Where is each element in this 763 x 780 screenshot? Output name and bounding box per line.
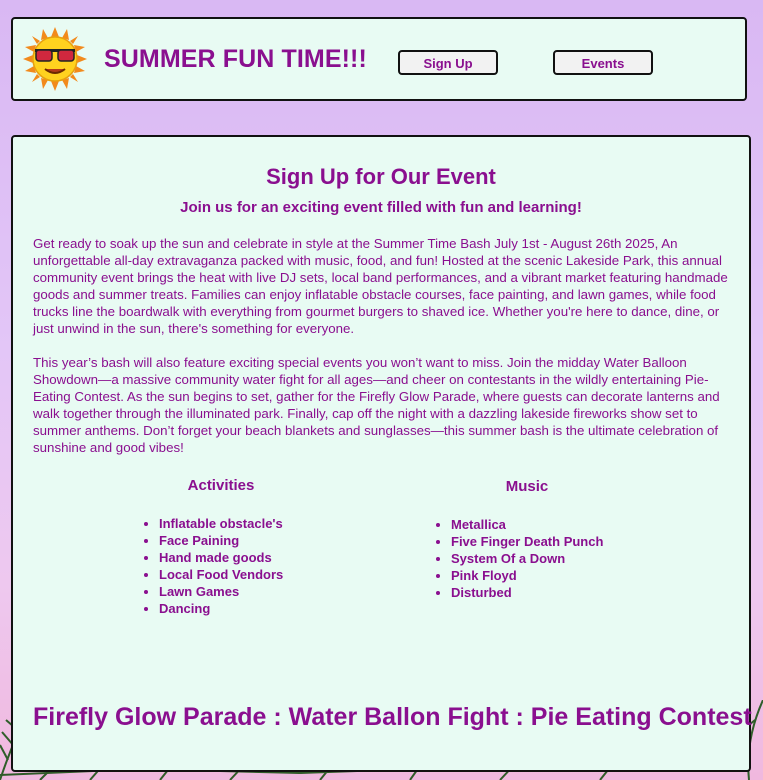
separator: : bbox=[273, 703, 282, 731]
list-item: System Of a Down bbox=[451, 550, 603, 567]
list-item: Pink Floyd bbox=[451, 567, 603, 584]
separator: : bbox=[515, 703, 524, 731]
sign-up-button[interactable]: Sign Up bbox=[398, 50, 498, 75]
featured-event: Water Ballon Fight bbox=[288, 703, 509, 731]
list-item: Lawn Games bbox=[159, 583, 283, 600]
list-item: Face Paining bbox=[159, 532, 283, 549]
activities-heading: Activities bbox=[187, 477, 255, 494]
featured-events-line: Firefly Glow Parade : Water Ballon Fight… bbox=[33, 703, 752, 732]
featured-event: Pie Eating Contest bbox=[530, 703, 752, 731]
site-title: SUMMER FUN TIME!!! bbox=[104, 45, 367, 73]
page-title: Sign Up for Our Event bbox=[266, 164, 496, 189]
music-heading: Music bbox=[505, 478, 549, 495]
list-item: Local Food Vendors bbox=[159, 566, 283, 583]
intro-paragraph: Get ready to soak up the sun and celebra… bbox=[33, 236, 728, 336]
activities-list: Inflatable obstacle's Face Paining Hand … bbox=[142, 515, 283, 617]
music-list: Metallica Five Finger Death Punch System… bbox=[434, 516, 603, 601]
featured-event: Firefly Glow Parade bbox=[33, 703, 267, 731]
site-header: SUMMER FUN TIME!!! Sign Up Events bbox=[11, 17, 747, 101]
list-item: Hand made goods bbox=[159, 549, 283, 566]
page-subtitle: Join us for an exciting event filled wit… bbox=[180, 199, 582, 216]
list-item: Disturbed bbox=[451, 584, 603, 601]
list-item: Five Finger Death Punch bbox=[451, 533, 603, 550]
list-item: Dancing bbox=[159, 600, 283, 617]
list-item: Inflatable obstacle's bbox=[159, 515, 283, 532]
special-events-paragraph: This year’s bash will also feature excit… bbox=[33, 355, 720, 455]
list-item: Metallica bbox=[451, 516, 603, 533]
sun-with-sunglasses-icon bbox=[23, 27, 87, 91]
event-card: Sign Up for Our Event Join us for an exc… bbox=[11, 135, 752, 772]
events-button[interactable]: Events bbox=[553, 50, 653, 75]
